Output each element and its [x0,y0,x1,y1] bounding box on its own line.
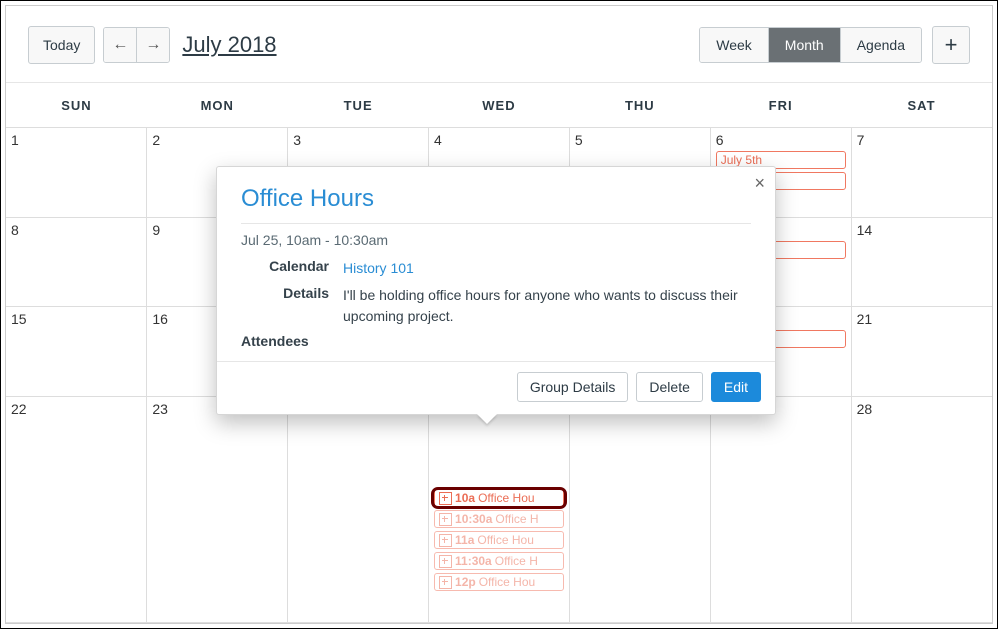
calendar-link[interactable]: History 101 [343,260,414,276]
day-number: 21 [857,311,987,327]
day-cell[interactable]: 21 [851,307,992,397]
today-button[interactable]: Today [28,26,95,64]
calendar-event[interactable]: 12p Office Hou [434,573,564,591]
calendar-event[interactable]: 11a Office Hou [434,531,564,549]
event-label: July 5th [721,153,762,167]
view-switcher: Week Month Agenda [699,27,922,63]
month-nav: ← → [103,27,170,63]
details-label: Details [241,285,329,327]
event-label: Office H [495,554,538,568]
day-header: WED [429,88,570,128]
day-header: FRI [710,88,851,128]
day-cell[interactable]: 24 [288,397,429,623]
calendar-event[interactable]: 10:30a Office H [434,510,564,528]
calendar-event[interactable]: 11:30a Office H [434,552,564,570]
calendar-plus-icon [439,492,452,505]
prev-month-button[interactable]: ← [104,28,136,62]
details-text: I'll be holding office hours for anyone … [343,285,751,327]
day-cell[interactable]: 14 [851,217,992,307]
add-event-button[interactable]: + [932,26,970,64]
day-number: 22 [11,401,141,417]
event-popover: × Office Hours Jul 25, 10am - 10:30am Ca… [216,166,776,415]
calendar-header: Today ← → July 2018 Week Month Agenda + [6,6,992,83]
calendar-event-selected[interactable]: 10a Office Hou [434,489,564,507]
day-number: 28 [857,401,987,417]
day-number: 8 [11,222,141,238]
day-number: 15 [11,311,141,327]
day-number: 14 [857,222,987,238]
calendar-label: Calendar [241,258,329,279]
calendar-plus-icon [439,513,452,526]
event-label: Office Hou [478,491,534,505]
day-cell[interactable]: 8 [6,217,147,307]
view-week[interactable]: Week [700,28,768,62]
next-month-button[interactable]: → [136,28,169,62]
day-number: 4 [434,132,564,148]
event-title: Office Hours [241,185,751,224]
event-time: 12p [455,575,476,589]
view-month[interactable]: Month [768,28,840,62]
day-cell[interactable]: 25 10a Office Hou 10:30a Office H 11a Of… [429,397,570,623]
event-time: 11:30a [455,554,492,568]
day-cell[interactable]: 1 [6,128,147,218]
day-header: MON [147,88,288,128]
day-cell[interactable]: 28 [851,397,992,623]
attendees-label: Attendees [241,333,309,349]
calendar-plus-icon [439,555,452,568]
view-agenda[interactable]: Agenda [840,28,921,62]
day-header: TUE [288,88,429,128]
day-header: SAT [851,88,992,128]
day-cell[interactable]: 7 [851,128,992,218]
event-time: 10:30a [455,512,492,526]
day-cell[interactable]: 22 [6,397,147,623]
day-number: 5 [575,132,705,148]
day-cell[interactable]: 23 [147,397,288,623]
day-number: 6 [716,132,846,148]
day-number: 3 [293,132,423,148]
day-cell[interactable]: 27 [710,397,851,623]
day-header: SUN [6,88,147,128]
event-datetime: Jul 25, 10am - 10:30am [241,232,751,248]
event-label: Office Hou [479,575,535,589]
day-number: 1 [11,132,141,148]
edit-button[interactable]: Edit [711,372,761,402]
event-time: 10a [455,491,475,505]
month-picker[interactable]: July 2018 [182,32,276,58]
event-time: 11a [455,533,474,547]
day-cell[interactable]: 15 [6,307,147,397]
group-details-button[interactable]: Group Details [517,372,629,402]
event-label: Office H [495,512,538,526]
event-label: Office Hou [477,533,533,547]
day-header: THU [569,88,710,128]
day-number: 2 [152,132,282,148]
close-icon[interactable]: × [754,173,765,194]
day-number: 7 [857,132,987,148]
calendar-plus-icon [439,534,452,547]
delete-button[interactable]: Delete [636,372,702,402]
day-cell[interactable]: 26 [569,397,710,623]
calendar-plus-icon [439,576,452,589]
